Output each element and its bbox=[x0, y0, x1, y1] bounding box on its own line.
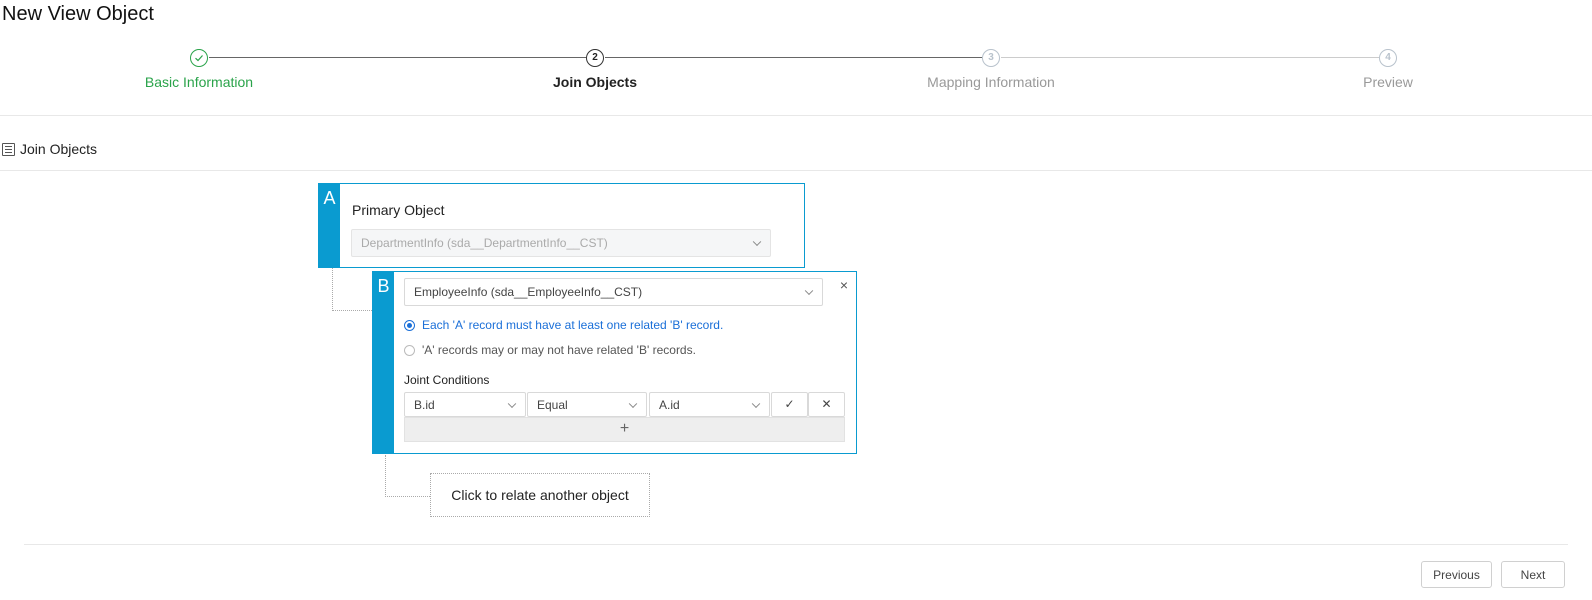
step-2-label[interactable]: Join Objects bbox=[553, 74, 637, 90]
radio-option-required[interactable]: Each 'A' record must have at least one r… bbox=[404, 318, 723, 332]
step-1-label[interactable]: Basic Information bbox=[145, 74, 253, 90]
object-a-badge: A bbox=[319, 184, 340, 267]
section-title: Join Objects bbox=[2, 141, 97, 157]
list-icon bbox=[2, 142, 15, 156]
step-connector bbox=[1001, 57, 1379, 58]
condition-operator-select[interactable]: Equal bbox=[527, 392, 647, 417]
step-connector bbox=[209, 57, 586, 58]
step-2-circle: 2 bbox=[586, 49, 604, 67]
chevron-down-icon bbox=[628, 399, 638, 408]
chevron-down-icon bbox=[507, 399, 517, 408]
condition-left-value: B.id bbox=[414, 397, 435, 412]
close-icon[interactable]: × bbox=[840, 277, 848, 293]
join-object-select[interactable]: EmployeeInfo (sda__EmployeeInfo__CST) bbox=[404, 278, 823, 306]
chevron-down-icon bbox=[804, 286, 814, 296]
next-button[interactable]: Next bbox=[1501, 561, 1565, 588]
radio-label: 'A' records may or may not have related … bbox=[422, 343, 696, 357]
primary-object-select: DepartmentInfo (sda__DepartmentInfo__CST… bbox=[351, 229, 771, 257]
section-divider bbox=[0, 170, 1592, 171]
radio-unchecked[interactable] bbox=[404, 344, 415, 356]
confirm-condition-button[interactable]: ✓ bbox=[771, 392, 808, 417]
primary-object-value: DepartmentInfo (sda__DepartmentInfo__CST… bbox=[361, 236, 608, 250]
condition-operator-value: Equal bbox=[537, 397, 568, 412]
footer-divider bbox=[24, 544, 1568, 545]
radio-checked[interactable] bbox=[404, 319, 415, 331]
add-condition-button[interactable]: + bbox=[404, 417, 845, 442]
radio-option-optional[interactable]: 'A' records may or may not have related … bbox=[404, 343, 696, 357]
primary-object-card: A Primary Object DepartmentInfo (sda__De… bbox=[318, 183, 805, 268]
page-title: New View Object bbox=[2, 3, 154, 25]
condition-right-select[interactable]: A.id bbox=[649, 392, 770, 417]
radio-label: Each 'A' record must have at least one r… bbox=[422, 318, 724, 332]
connector-line bbox=[385, 455, 430, 497]
chevron-down-icon bbox=[752, 237, 762, 247]
step-3-circle: 3 bbox=[982, 49, 1000, 67]
check-icon bbox=[195, 55, 203, 62]
joint-conditions-label: Joint Conditions bbox=[404, 373, 490, 387]
remove-condition-button[interactable]: ✕ bbox=[808, 392, 845, 417]
close-icon: ✕ bbox=[821, 397, 832, 411]
condition-right-value: A.id bbox=[659, 397, 680, 412]
step-progress: 2 3 4 Basic Information Join Objects Map… bbox=[0, 40, 1592, 100]
relate-label: Click to relate another object bbox=[451, 487, 629, 503]
primary-object-label: Primary Object bbox=[352, 202, 445, 218]
header-divider bbox=[0, 115, 1592, 116]
step-4-label: Preview bbox=[1363, 74, 1413, 90]
step-connector bbox=[605, 57, 982, 58]
object-b-badge: B bbox=[373, 272, 394, 453]
check-icon: ✓ bbox=[784, 397, 795, 411]
plus-icon: + bbox=[619, 420, 630, 437]
relate-another-object-button[interactable]: Click to relate another object bbox=[430, 473, 650, 517]
condition-left-select[interactable]: B.id bbox=[404, 392, 526, 417]
join-object-card: B × EmployeeInfo (sda__EmployeeInfo__CST… bbox=[372, 271, 857, 454]
join-object-value: EmployeeInfo (sda__EmployeeInfo__CST) bbox=[414, 285, 643, 299]
previous-button[interactable]: Previous bbox=[1421, 561, 1492, 588]
step-3-label: Mapping Information bbox=[927, 74, 1055, 90]
connector-line bbox=[332, 268, 372, 311]
step-1-circle bbox=[190, 49, 208, 67]
step-4-circle: 4 bbox=[1379, 49, 1397, 67]
chevron-down-icon bbox=[751, 399, 761, 408]
section-title-text: Join Objects bbox=[20, 141, 98, 157]
